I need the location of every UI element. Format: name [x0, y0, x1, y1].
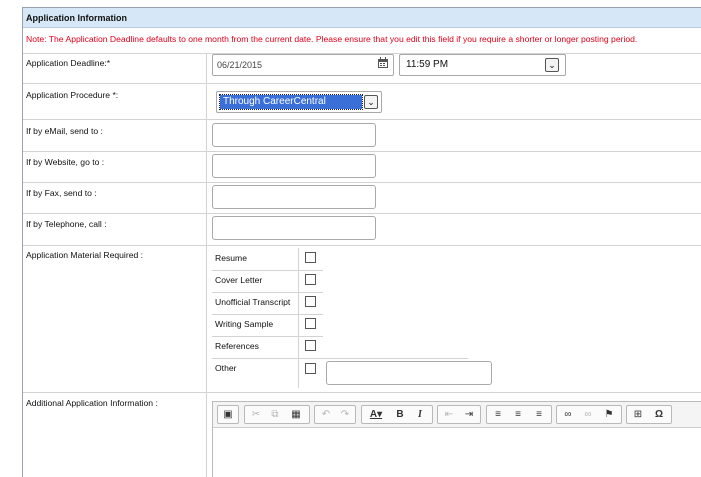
- material-row-divider: [298, 336, 323, 337]
- toolbar-group: ≡ ≡ ≡: [486, 405, 552, 424]
- toolbar-group: ✂ ⧉ ▦: [244, 405, 310, 424]
- references-checkbox[interactable]: [305, 340, 316, 351]
- material-row-divider: [212, 270, 298, 271]
- align-center-icon[interactable]: ≡: [510, 407, 526, 422]
- indent-icon[interactable]: ⇥: [461, 407, 477, 422]
- deadline-note: Note: The Application Deadline defaults …: [26, 34, 638, 44]
- deadline-date-input[interactable]: 06/21/2015: [212, 54, 394, 76]
- rich-text-editor[interactable]: ▣ ✂ ⧉ ▦ ↶ ↷ A▾ B I ⇤ ⇥ ≡ ≡ ≡ ∞ ∞ ⚑ ⊞ Ω: [212, 401, 701, 477]
- section-header: Application Information: [23, 8, 701, 28]
- cut-icon[interactable]: ✂: [248, 407, 264, 422]
- unofficial-transcript-checkbox[interactable]: [305, 296, 316, 307]
- chevron-down-icon[interactable]: ⌄: [364, 95, 378, 109]
- toolbar-group: A▾ B I: [361, 405, 433, 424]
- other-material-field[interactable]: [326, 361, 492, 385]
- editor-toolbar: ▣ ✂ ⧉ ▦ ↶ ↷ A▾ B I ⇤ ⇥ ≡ ≡ ≡ ∞ ∞ ⚑ ⊞ Ω: [213, 402, 701, 428]
- telephone-label: If by Telephone, call :: [26, 219, 107, 229]
- application-information-panel: Application Information Note: The Applic…: [22, 7, 701, 477]
- toolbar-group: ∞ ∞ ⚑: [556, 405, 622, 424]
- align-right-icon[interactable]: ≡: [531, 407, 547, 422]
- link-icon[interactable]: ∞: [560, 407, 576, 422]
- material-row-divider: [212, 336, 298, 337]
- deadline-time-select[interactable]: 11:59 PM ⌄: [399, 54, 566, 76]
- copy-icon[interactable]: ⧉: [267, 407, 283, 422]
- material-label-references: References: [215, 341, 259, 351]
- writing-sample-checkbox[interactable]: [305, 318, 316, 329]
- row-divider: [23, 392, 701, 393]
- fax-label: If by Fax, send to :: [26, 188, 97, 198]
- material-row-divider: [298, 314, 323, 315]
- font-color-icon[interactable]: A▾: [365, 407, 387, 422]
- additional-info-label: Additional Application Information :: [26, 398, 158, 408]
- row-divider: [23, 119, 701, 120]
- toolbar-group: ⊞ Ω: [626, 405, 672, 424]
- undo-icon[interactable]: ↶: [318, 407, 334, 422]
- procedure-select[interactable]: Through CareerCentral ⌄: [216, 91, 382, 113]
- materials-column-divider: [298, 248, 299, 388]
- toolbar-group: ↶ ↷: [314, 405, 356, 424]
- align-left-icon[interactable]: ≡: [490, 407, 506, 422]
- material-label-other: Other: [215, 363, 237, 373]
- row-divider: [23, 151, 701, 152]
- column-divider: [206, 53, 207, 477]
- calendar-icon[interactable]: [377, 57, 389, 69]
- bold-icon[interactable]: B: [392, 407, 408, 422]
- website-label: If by Website, go to :: [26, 157, 105, 167]
- material-label-unofficial-transcript: Unofficial Transcript: [215, 297, 291, 307]
- material-label-resume: Resume: [215, 253, 247, 263]
- paste-icon[interactable]: ▦: [288, 407, 304, 422]
- other-checkbox[interactable]: [305, 363, 316, 374]
- material-row-divider: [212, 292, 298, 293]
- chevron-down-icon[interactable]: ⌄: [545, 58, 559, 72]
- email-label: If by eMail, send to :: [26, 126, 103, 136]
- preview-icon[interactable]: ▣: [220, 407, 236, 422]
- telephone-field[interactable]: [212, 216, 376, 240]
- material-label-writing-sample: Writing Sample: [215, 319, 274, 329]
- deadline-time-value: 11:59 PM: [406, 59, 449, 70]
- italic-icon[interactable]: I: [412, 407, 428, 422]
- special-char-icon[interactable]: Ω: [651, 407, 667, 422]
- fax-field[interactable]: [212, 185, 376, 209]
- email-field[interactable]: [212, 123, 376, 147]
- unlink-icon[interactable]: ∞: [580, 407, 596, 422]
- procedure-selected-value: Through CareerCentral: [219, 94, 363, 110]
- material-row-divider: [212, 314, 298, 315]
- anchor-flag-icon[interactable]: ⚑: [601, 407, 617, 422]
- table-icon[interactable]: ⊞: [630, 407, 646, 422]
- deadline-label: Application Deadline:*: [26, 58, 111, 68]
- procedure-label: Application Procedure *:: [26, 90, 119, 100]
- materials-label: Application Material Required :: [26, 250, 144, 260]
- material-row-divider: [298, 292, 323, 293]
- row-divider: [23, 213, 701, 214]
- row-divider: [23, 182, 701, 183]
- material-row-divider: [212, 358, 298, 359]
- toolbar-group: ▣: [217, 405, 239, 424]
- redo-icon[interactable]: ↷: [337, 407, 353, 422]
- cover-letter-checkbox[interactable]: [305, 274, 316, 285]
- outdent-icon[interactable]: ⇤: [441, 407, 457, 422]
- material-label-cover-letter: Cover Letter: [215, 275, 263, 285]
- resume-checkbox[interactable]: [305, 252, 316, 263]
- material-row-divider: [298, 358, 468, 359]
- row-divider: [23, 83, 701, 84]
- row-divider: [23, 245, 701, 246]
- toolbar-group: ⇤ ⇥: [437, 405, 481, 424]
- material-row-divider: [298, 270, 323, 271]
- website-field[interactable]: [212, 154, 376, 178]
